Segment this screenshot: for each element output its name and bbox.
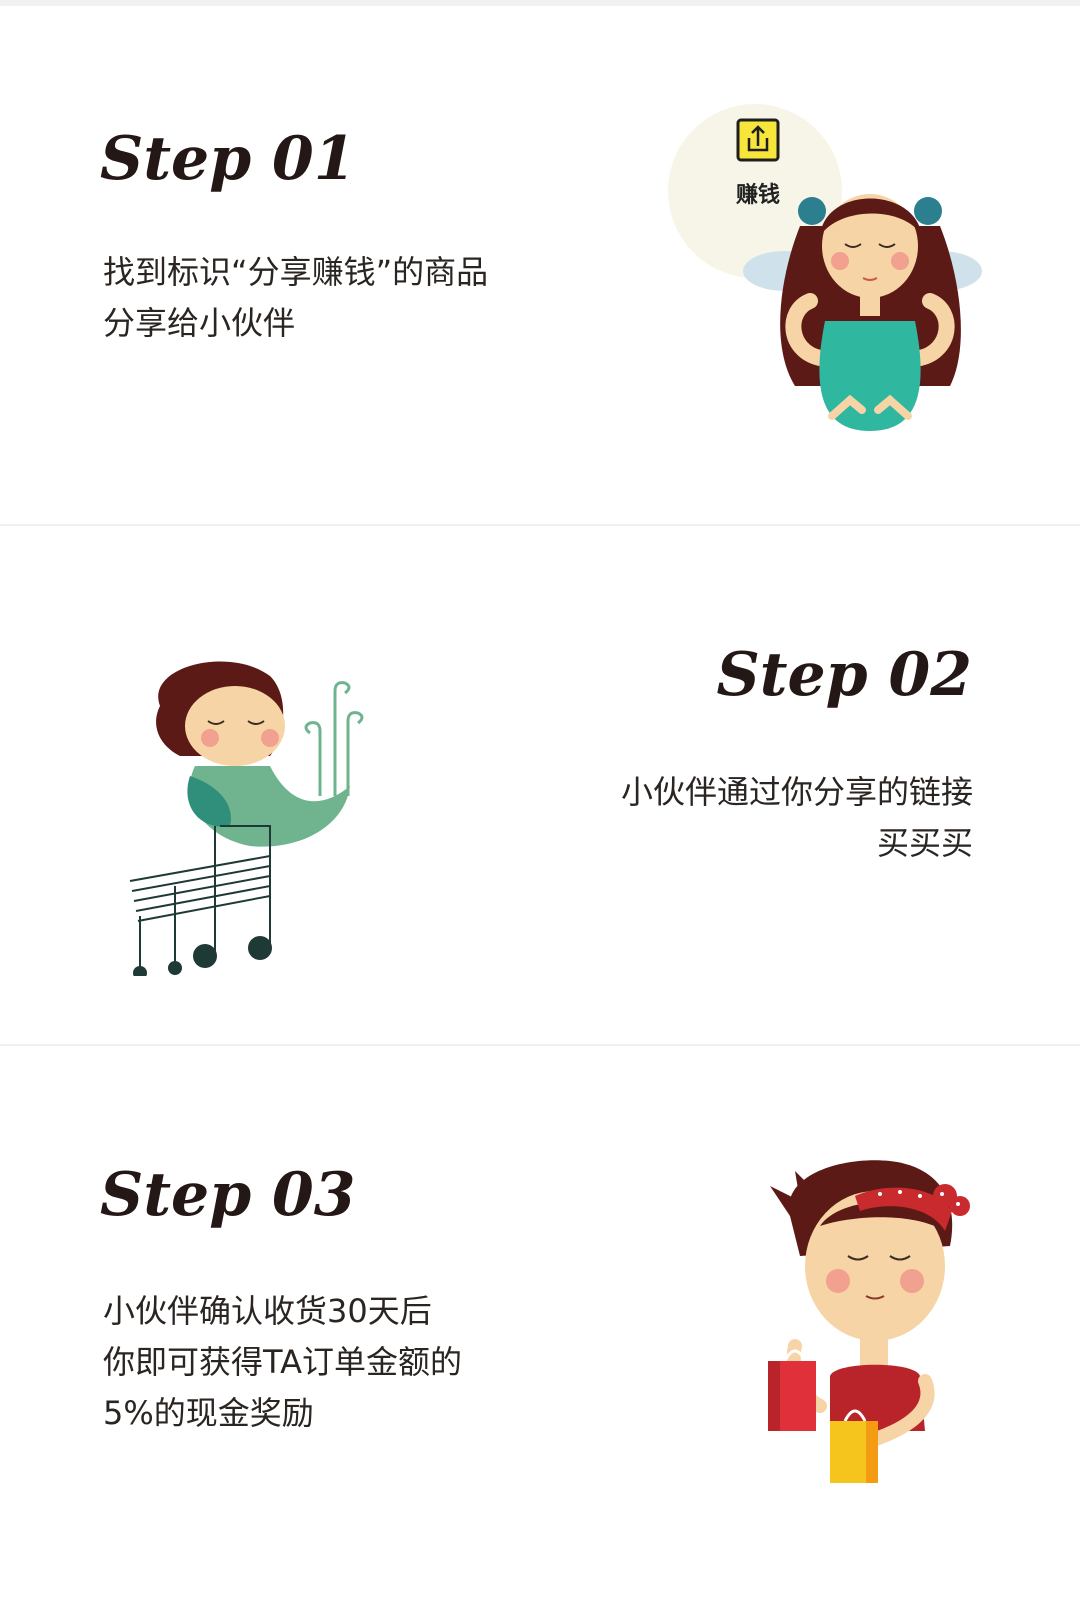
step-01-description: 找到标识“分享赚钱”的商品 分享给小伙伴 (103, 247, 488, 349)
step-03-line-3: 5%的现金奖励 (103, 1394, 314, 1432)
share-icon (736, 118, 780, 162)
step-02-line-2: 买买买 (876, 824, 973, 862)
step-02-section: Step 02 小伙伴通过你分享的链接 买买买 (0, 526, 1080, 1044)
step-01-title: Step 01 (100, 124, 356, 194)
shopping-bags-girl-illustration (768, 1160, 970, 1483)
meditating-angel-girl-illustration: 赚钱 (668, 104, 982, 431)
music-note-cart-girl-illustration (129, 661, 364, 976)
step-03-title: Step 03 (100, 1160, 356, 1230)
step-03-line-1: 小伙伴确认收货30天后 (103, 1292, 432, 1330)
step-03-section: Step 03 小伙伴确认收货30天后 你即可获得TA订单金额的 5%的现金奖励 (0, 1046, 1080, 1602)
step-02-description: 小伙伴通过你分享的链接 买买买 (621, 767, 973, 869)
step-01-section: Step 01 找到标识“分享赚钱”的商品 分享给小伙伴 赚钱 (0, 6, 1080, 540)
step-03-line-2: 你即可获得TA订单金额的 (103, 1343, 462, 1381)
step-01-line-2: 分享给小伙伴 (103, 304, 296, 342)
step-01-line-1: 找到标识“分享赚钱”的商品 (103, 253, 489, 291)
badge-label: 赚钱 (736, 182, 780, 208)
step-03-description: 小伙伴确认收货30天后 你即可获得TA订单金额的 5%的现金奖励 (103, 1286, 462, 1439)
step-02-title: Step 02 (716, 640, 972, 710)
step-02-line-1: 小伙伴通过你分享的链接 (620, 773, 973, 811)
